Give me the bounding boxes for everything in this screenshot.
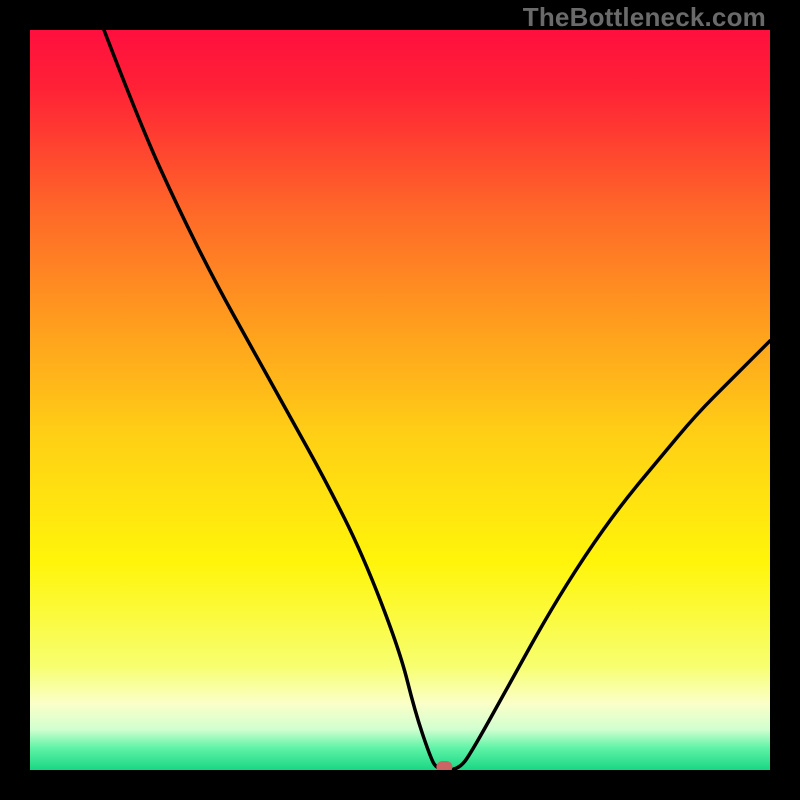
optimum-marker bbox=[436, 761, 452, 770]
bottleneck-curve-chart bbox=[30, 30, 770, 770]
chart-frame: TheBottleneck.com bbox=[0, 0, 800, 800]
watermark-text: TheBottleneck.com bbox=[523, 2, 766, 33]
plot-area bbox=[30, 30, 770, 770]
